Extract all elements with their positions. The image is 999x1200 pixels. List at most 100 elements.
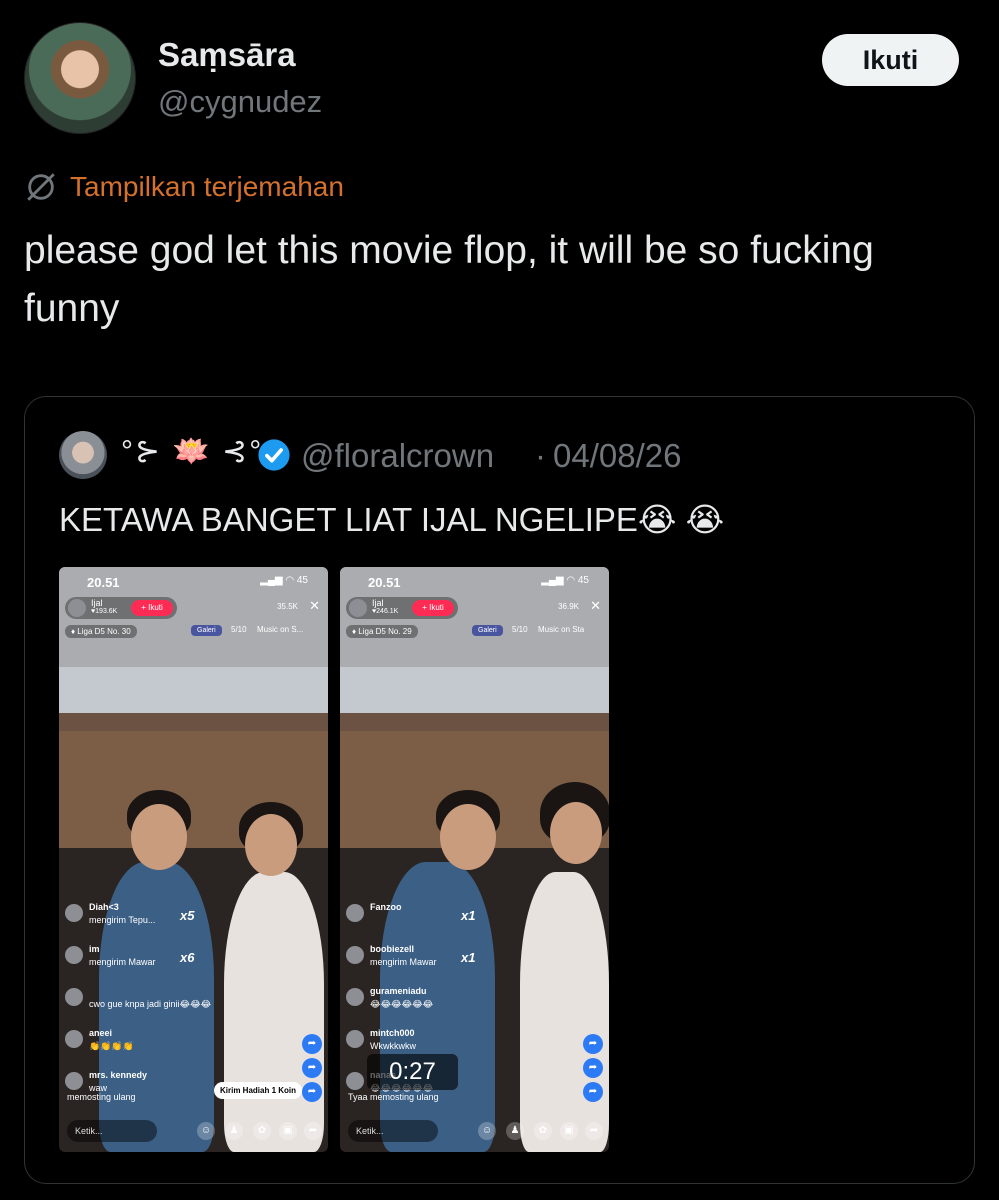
- quote-handle[interactable]: @floralcrown: [301, 437, 494, 475]
- close-icon: ✕: [309, 598, 320, 613]
- status-time: 20.51: [87, 575, 120, 590]
- follow-button[interactable]: Ikuti: [822, 34, 959, 86]
- host-name: Ijal: [372, 598, 384, 608]
- live-follow-pill: + Ikuti: [131, 600, 173, 616]
- globe-slash-icon: [27, 173, 55, 201]
- galeri-badge: Galeri: [191, 625, 222, 636]
- share-arrow-icon: ➦: [585, 1122, 603, 1140]
- rose-icon: ✿: [534, 1122, 552, 1140]
- comment-message: cwo gue knpa jadi ginii😂😂😂: [89, 999, 212, 1009]
- streamer-right: [520, 872, 609, 1152]
- comment-message: mengirim Tepu...: [89, 915, 156, 925]
- quote-date[interactable]: 04/08/26: [553, 437, 681, 475]
- comment-avatar: [65, 1030, 83, 1048]
- close-icon: ✕: [590, 598, 601, 613]
- host-chip: Ijal ♥246.1K + Ikuti: [346, 597, 458, 619]
- video-duration: 0:27: [367, 1054, 458, 1090]
- streamer-right-head: [550, 802, 602, 864]
- comment-message: Wkwkkwkw: [370, 1041, 416, 1051]
- comment-avatar: [65, 1072, 83, 1090]
- quote-display-name[interactable]: °⊱ 🪷 ⊰°: [121, 434, 263, 469]
- live-comments: Diah<3 mengirim Tepu... x5 im mengirim M…: [65, 902, 245, 1112]
- comment-item: Fanzoo x1: [346, 902, 526, 942]
- share-icon: ➦: [302, 1082, 322, 1102]
- share-icon: ➦: [302, 1034, 322, 1054]
- comment-input: Ketik...: [67, 1120, 157, 1142]
- live-bottombar: Ketik... ☺ ♟ ✿ ▣ ➦: [340, 1112, 609, 1152]
- gift-icon: ▣: [279, 1122, 297, 1140]
- comment-user: gurameniadu: [370, 986, 427, 996]
- comment-avatar: [65, 904, 83, 922]
- battery-level: 45: [296, 575, 308, 586]
- comment-avatar: [346, 1072, 364, 1090]
- quoted-tweet[interactable]: °⊱ 🪷 ⊰° @floralcrown · 04/08/26 KETAWA B…: [24, 396, 975, 1184]
- live-follow-pill: + Ikuti: [412, 600, 454, 616]
- share-button-stack: ➦ ➦ ➦: [583, 1030, 603, 1102]
- comment-user: Diah<3: [89, 902, 119, 912]
- music-badge: Music on S...: [257, 625, 304, 634]
- comment-item: im mengirim Mawar x6: [65, 944, 245, 984]
- gift-multiplier: x6: [180, 950, 195, 965]
- author-avatar[interactable]: [24, 22, 136, 134]
- host-likes: ♥246.1K: [372, 608, 399, 615]
- host-name: Ijal: [91, 598, 103, 608]
- gift-icon: ▣: [560, 1122, 578, 1140]
- gift-multiplier: x1: [461, 908, 476, 923]
- quote-avatar[interactable]: [59, 431, 107, 479]
- comment-input: Ketik...: [348, 1120, 438, 1142]
- status-time: 20.51: [368, 575, 401, 590]
- music-badge: Music on Sta: [538, 625, 585, 634]
- author-handle[interactable]: @cygnudez: [158, 84, 322, 120]
- media-image-2[interactable]: 20.51 ▂▄▆ ◠ 45 Ijal ♥246.1K + Ikuti 36.9…: [340, 567, 609, 1152]
- comment-user: im: [89, 944, 100, 954]
- comment-item: boobiezell mengirim Mawar x1: [346, 944, 526, 984]
- translate-link[interactable]: Tampilkan terjemahan: [24, 170, 344, 204]
- people-icon: ♟: [225, 1122, 243, 1140]
- comment-avatar: [346, 1030, 364, 1048]
- media-image-1[interactable]: 20.51 ▂▄▆ ◠ 45 Ijal ♥193.6K + Ikuti 35.5…: [59, 567, 328, 1152]
- tweet-text: please god let this movie flop, it will …: [24, 229, 874, 330]
- viewer-count: 36.9K: [558, 602, 579, 611]
- share-icon: ➦: [302, 1058, 322, 1078]
- author-display-name[interactable]: Saṃsāra: [158, 36, 296, 74]
- quote-separator: ·: [535, 437, 546, 474]
- comment-user: mintch000: [370, 1028, 415, 1038]
- galeri-badge: Galeri: [472, 625, 503, 636]
- gift-tooltip: Kirim Hadiah 1 Koin: [214, 1082, 303, 1099]
- tweet-header: Saṃsāra @cygnudez Ikuti: [24, 22, 959, 137]
- rose-icon: ✿: [253, 1122, 271, 1140]
- host-avatar: [68, 599, 86, 617]
- comment-message: 😂😂😂😂😂😂: [370, 999, 434, 1009]
- league-badge: ♦ Liga D5 No. 30: [65, 625, 137, 638]
- slot-count: 5/10: [231, 625, 247, 634]
- share-icon: ➦: [583, 1058, 603, 1078]
- comment-avatar: [346, 988, 364, 1006]
- verified-badge-icon: [258, 439, 290, 471]
- people-icon: ♟: [506, 1122, 524, 1140]
- status-icons: ▂▄▆ ◠ 45: [260, 575, 308, 586]
- share-icon: ➦: [583, 1082, 603, 1102]
- comment-user: boobiezell: [370, 944, 415, 954]
- emoji-icon: ☺: [197, 1122, 215, 1140]
- share-icon: ➦: [583, 1034, 603, 1054]
- repost-notice: memosting ulang: [67, 1092, 136, 1102]
- emoji-icon: ☺: [478, 1122, 496, 1140]
- comment-avatar: [65, 988, 83, 1006]
- comment-user: aneei: [89, 1028, 113, 1038]
- host-likes: ♥193.6K: [91, 608, 118, 615]
- share-arrow-icon: ➦: [304, 1122, 322, 1140]
- host-avatar: [349, 599, 367, 617]
- comment-item: cwo gue knpa jadi ginii😂😂😂: [65, 986, 245, 1026]
- comment-item: Diah<3 mengirim Tepu... x5: [65, 902, 245, 942]
- streamer-left-head: [131, 804, 187, 870]
- slot-count: 5/10: [512, 625, 528, 634]
- comment-item: aneei 👏👏👏👏: [65, 1028, 245, 1068]
- comment-avatar: [65, 946, 83, 964]
- repost-notice: Tyaa memosting ulang: [348, 1092, 439, 1102]
- league-badge: ♦ Liga D5 No. 29: [346, 625, 418, 638]
- comment-message: mengirim Mawar: [370, 957, 437, 967]
- streamer-left-head: [440, 804, 496, 870]
- comment-message: mengirim Mawar: [89, 957, 156, 967]
- battery-level: 45: [577, 575, 589, 586]
- comment-message: 👏👏👏👏: [89, 1041, 134, 1051]
